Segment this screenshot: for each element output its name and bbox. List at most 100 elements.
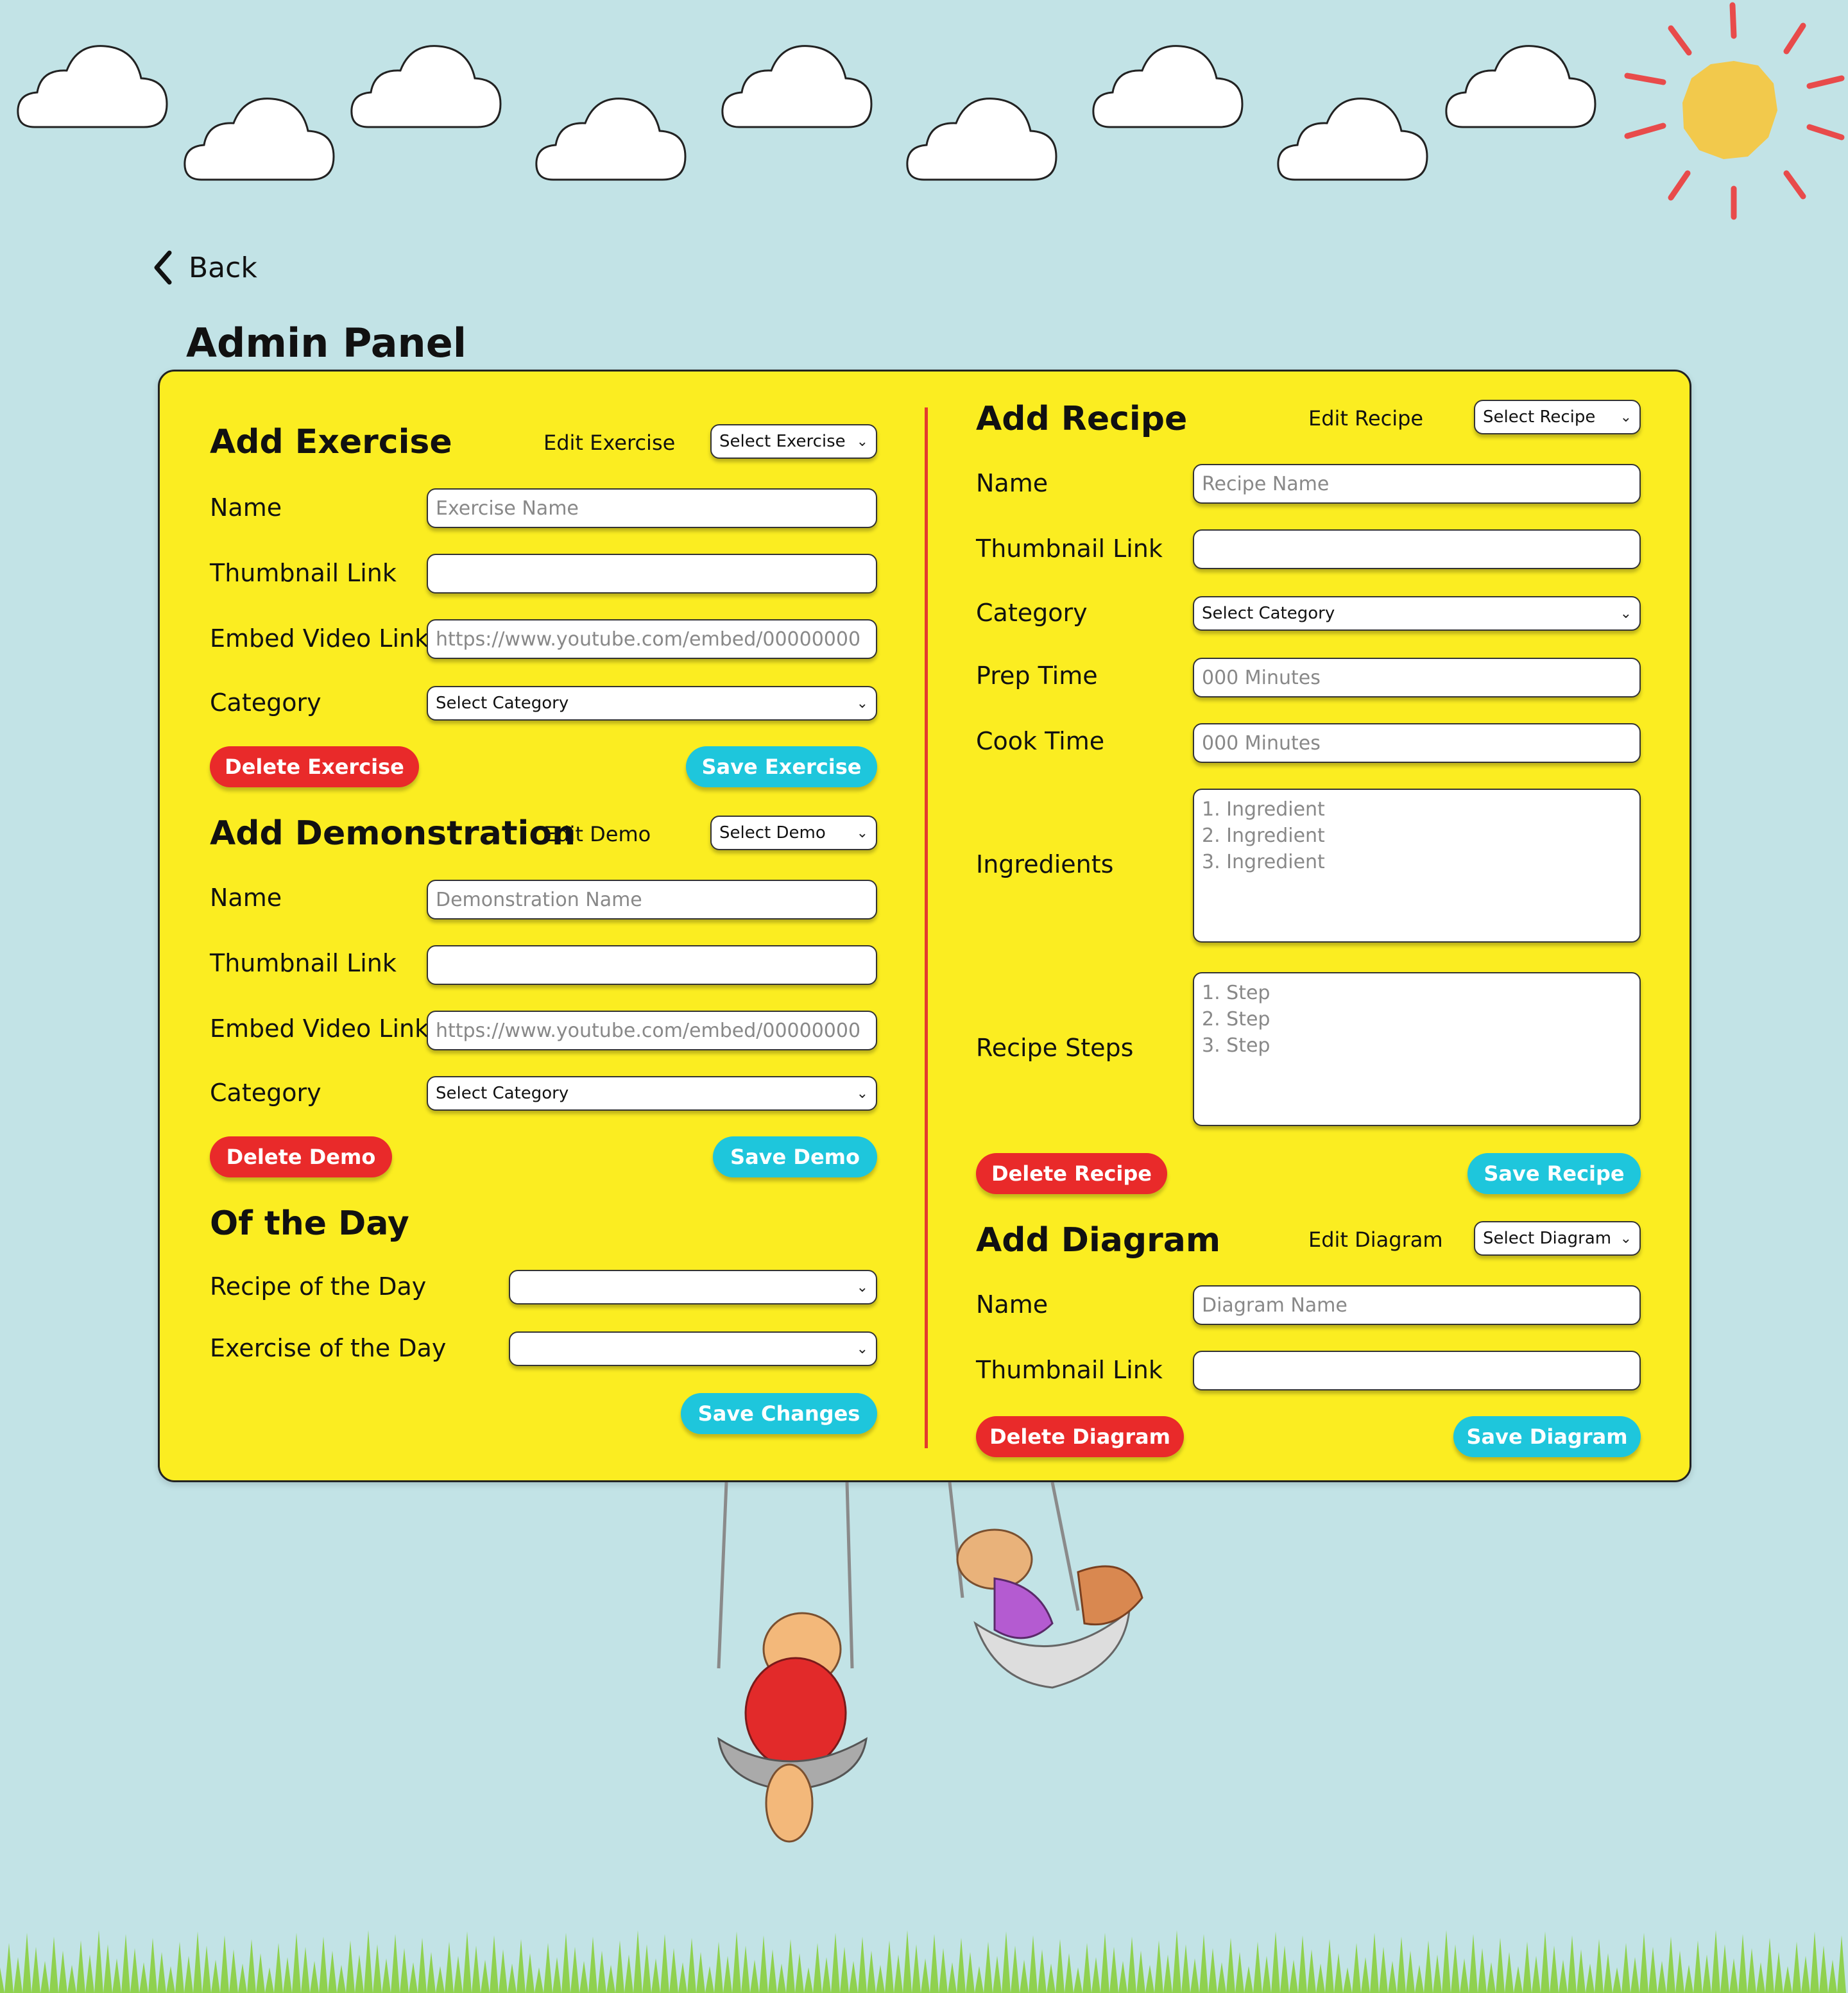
back-button[interactable]: Back <box>151 249 257 286</box>
recipe-category-value: Select Category <box>1202 604 1335 623</box>
ingredients-textarea[interactable]: 1. Ingredient 2. Ingredient 3. Ingredien… <box>1193 789 1641 943</box>
demo-thumbnail-label: Thumbnail Link <box>210 949 397 977</box>
cloud-decoration <box>17 45 168 128</box>
column-divider <box>925 407 928 1448</box>
prep-time-label: Prep Time <box>976 662 1098 690</box>
chevron-down-icon: ⌄ <box>1620 605 1632 622</box>
demo-category-value: Select Category <box>436 1084 569 1103</box>
add-demonstration-title: Add Demonstration <box>210 814 576 853</box>
diagram-name-input[interactable]: Diagram Name <box>1193 1285 1641 1325</box>
exercise-select-value: Select Exercise <box>719 432 846 451</box>
diagram-thumbnail-input[interactable] <box>1193 1351 1641 1390</box>
cook-time-label: Cook Time <box>976 727 1105 755</box>
prep-time-input[interactable]: 000 Minutes <box>1193 658 1641 697</box>
demo-select[interactable]: Select Demo ⌄ <box>710 816 877 850</box>
recipe-name-label: Name <box>976 469 1048 497</box>
sun-icon <box>1624 2 1845 220</box>
demo-name-label: Name <box>210 884 282 912</box>
cloud-decoration <box>906 98 1057 181</box>
recipe-name-placeholder: Recipe Name <box>1202 472 1330 495</box>
chevron-down-icon: ⌄ <box>856 1340 868 1357</box>
edit-recipe-label: Edit Recipe <box>1308 406 1424 431</box>
chevron-down-icon: ⌄ <box>856 695 868 712</box>
exercise-embed-input[interactable]: https://www.youtube.com/embed/00000000 <box>427 619 877 659</box>
chevron-down-icon: ⌄ <box>856 1279 868 1296</box>
admin-panel: Add Exercise Edit Exercise Select Exerci… <box>158 370 1691 1482</box>
save-recipe-button[interactable]: Save Recipe <box>1467 1153 1641 1194</box>
exercise-category-label: Category <box>210 689 321 717</box>
diagram-select[interactable]: Select Diagram ⌄ <box>1474 1221 1641 1256</box>
diagram-name-placeholder: Diagram Name <box>1202 1294 1348 1317</box>
chevron-down-icon: ⌄ <box>856 1085 868 1102</box>
exercise-embed-label: Embed Video Link <box>210 624 429 653</box>
delete-diagram-button[interactable]: Delete Diagram <box>976 1416 1184 1457</box>
exercise-thumbnail-label: Thumbnail Link <box>210 559 397 587</box>
add-recipe-title: Add Recipe <box>976 400 1188 438</box>
demo-category-label: Category <box>210 1079 321 1107</box>
cloud-decoration <box>1092 45 1244 128</box>
add-diagram-title: Add Diagram <box>976 1221 1221 1260</box>
demo-thumbnail-input[interactable] <box>427 945 877 985</box>
of-the-day-title: Of the Day <box>210 1204 409 1243</box>
recipe-name-input[interactable]: Recipe Name <box>1193 464 1641 504</box>
cloud-decoration <box>184 98 335 181</box>
diagram-select-value: Select Diagram <box>1483 1229 1612 1248</box>
cloud-decoration <box>721 45 873 128</box>
demo-select-value: Select Demo <box>719 823 826 843</box>
diagram-name-label: Name <box>976 1290 1048 1319</box>
back-label: Back <box>189 251 257 284</box>
ingredients-label: Ingredients <box>976 850 1114 878</box>
exercise-category-select[interactable]: Select Category ⌄ <box>427 686 877 721</box>
delete-exercise-button[interactable]: Delete Exercise <box>210 746 419 787</box>
chevron-down-icon: ⌄ <box>1620 1230 1632 1247</box>
page-title: Admin Panel <box>186 320 466 366</box>
demo-embed-input[interactable]: https://www.youtube.com/embed/00000000 <box>427 1011 877 1050</box>
cloud-decoration <box>1277 98 1428 181</box>
recipe-category-label: Category <box>976 599 1088 627</box>
save-exercise-button[interactable]: Save Exercise <box>686 746 877 787</box>
diagram-thumbnail-label: Thumbnail Link <box>976 1356 1163 1384</box>
demo-name-placeholder: Demonstration Name <box>436 888 642 911</box>
demo-name-input[interactable]: Demonstration Name <box>427 880 877 920</box>
exercise-name-label: Name <box>210 493 282 522</box>
swinging-hamsters-illustration <box>717 1482 1143 1843</box>
chevron-down-icon: ⌄ <box>856 825 868 841</box>
save-diagram-button[interactable]: Save Diagram <box>1453 1416 1641 1457</box>
cook-time-input[interactable]: 000 Minutes <box>1193 723 1641 763</box>
exercise-name-placeholder: Exercise Name <box>436 497 579 520</box>
exercise-select[interactable]: Select Exercise ⌄ <box>710 424 877 459</box>
demo-category-select[interactable]: Select Category ⌄ <box>427 1076 877 1111</box>
recipe-thumbnail-input[interactable] <box>1193 529 1641 569</box>
cook-time-placeholder: 000 Minutes <box>1202 731 1321 755</box>
cloud-decoration <box>350 45 502 128</box>
edit-demo-label: Edit Demo <box>543 822 651 846</box>
exercise-thumbnail-input[interactable] <box>427 554 877 594</box>
add-exercise-title: Add Exercise <box>210 423 452 461</box>
exercise-name-input[interactable]: Exercise Name <box>427 488 877 528</box>
save-demo-button[interactable]: Save Demo <box>713 1136 877 1177</box>
chevron-left-icon <box>154 250 172 285</box>
exercise-category-value: Select Category <box>436 694 569 713</box>
grass-decoration <box>0 1930 1848 1993</box>
recipe-of-the-day-label: Recipe of the Day <box>210 1272 427 1301</box>
recipe-thumbnail-label: Thumbnail Link <box>976 535 1163 563</box>
recipe-select[interactable]: Select Recipe ⌄ <box>1474 400 1641 434</box>
cloud-decoration <box>1445 45 1596 128</box>
recipe-of-the-day-select[interactable]: ⌄ <box>509 1270 877 1304</box>
edit-exercise-label: Edit Exercise <box>543 431 676 455</box>
exercise-embed-placeholder: https://www.youtube.com/embed/00000000 <box>436 628 861 651</box>
prep-time-placeholder: 000 Minutes <box>1202 666 1321 689</box>
exercise-of-the-day-select[interactable]: ⌄ <box>509 1331 877 1366</box>
chevron-down-icon: ⌄ <box>856 433 868 450</box>
delete-recipe-button[interactable]: Delete Recipe <box>976 1153 1167 1194</box>
delete-demo-button[interactable]: Delete Demo <box>210 1136 392 1177</box>
exercise-of-the-day-label: Exercise of the Day <box>210 1334 447 1362</box>
recipe-category-select[interactable]: Select Category ⌄ <box>1193 596 1641 631</box>
demo-embed-label: Embed Video Link <box>210 1014 429 1043</box>
recipe-select-value: Select Recipe <box>1483 407 1596 427</box>
demo-embed-placeholder: https://www.youtube.com/embed/00000000 <box>436 1019 861 1042</box>
recipe-steps-textarea[interactable]: 1. Step 2. Step 3. Step <box>1193 972 1641 1126</box>
chevron-down-icon: ⌄ <box>1620 409 1632 425</box>
recipe-steps-label: Recipe Steps <box>976 1034 1134 1062</box>
save-changes-button[interactable]: Save Changes <box>681 1393 877 1434</box>
